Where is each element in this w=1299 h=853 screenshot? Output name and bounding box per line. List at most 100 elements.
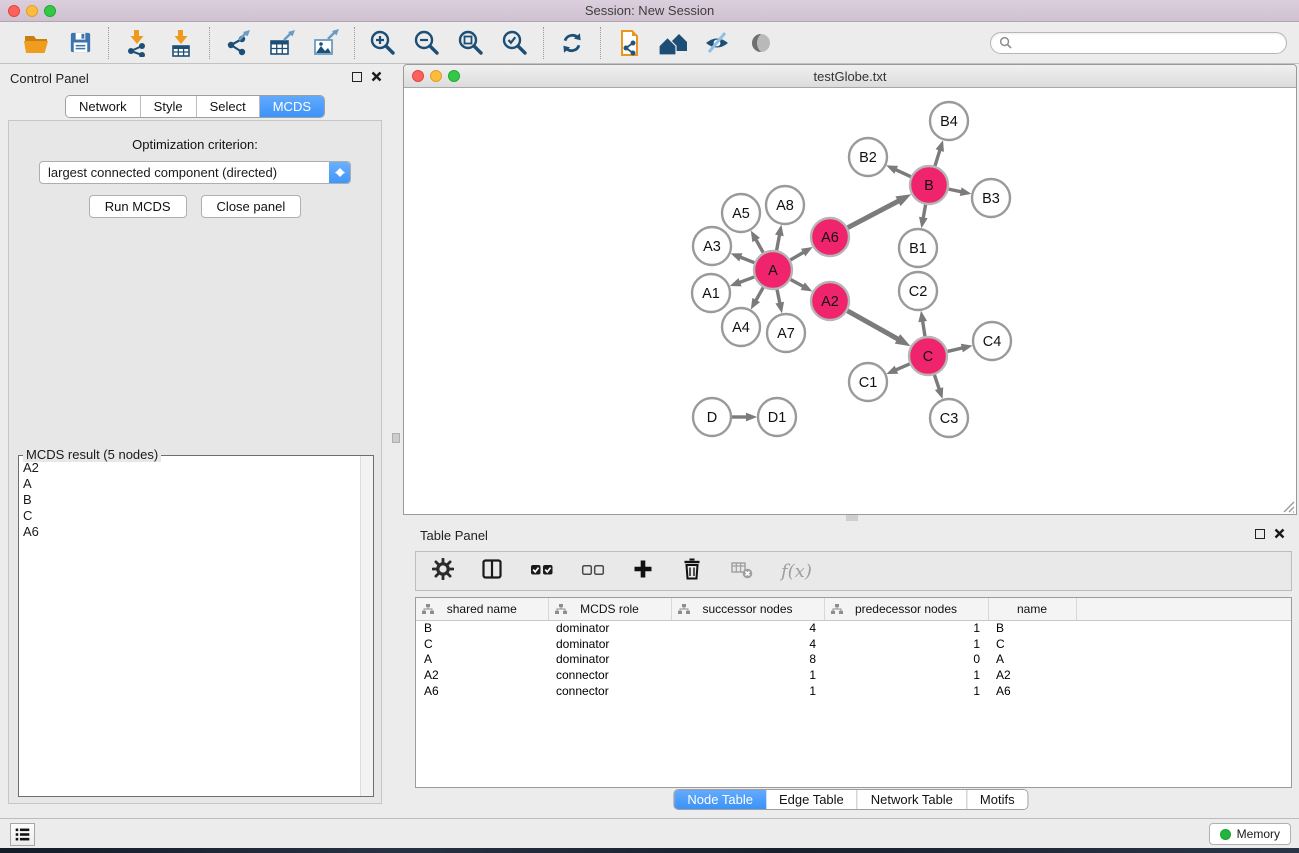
graph-edge-C-C3[interactable] [934, 375, 939, 391]
new-network-document-icon[interactable] [613, 27, 645, 59]
search-input[interactable] [1012, 34, 1278, 51]
column-header-predecessor-nodes[interactable]: predecessor nodes [824, 598, 988, 620]
deselect-all-icon[interactable] [581, 558, 605, 585]
export-network-icon[interactable] [222, 27, 254, 59]
home-icon[interactable] [657, 27, 689, 59]
graph-node-A2[interactable]: A2 [811, 282, 849, 320]
zoom-in-icon[interactable] [367, 27, 399, 59]
result-item[interactable]: A2 [23, 460, 360, 476]
columns-icon[interactable] [481, 558, 503, 585]
graph-edge-B-B3[interactable] [949, 189, 963, 192]
graph-edge-A-A2[interactable] [791, 280, 805, 288]
graph-edge-A-A7[interactable] [777, 290, 780, 305]
graph-node-B[interactable]: B [910, 166, 948, 204]
open-icon[interactable] [20, 27, 52, 59]
vertical-splitter-handle[interactable] [392, 433, 400, 443]
column-header-name[interactable]: name [988, 598, 1076, 620]
refresh-icon[interactable] [556, 27, 588, 59]
network-graph[interactable]: B4B2BB3A5A8A3A6B1AA1A2C2A4A7CC4C1C3DD1 [404, 88, 1296, 514]
export-image-icon[interactable] [310, 27, 342, 59]
graph-edge-A-A8[interactable] [777, 234, 780, 251]
network-window-titlebar[interactable]: testGlobe.txt [404, 65, 1296, 88]
result-item[interactable]: A [23, 476, 360, 492]
resize-grip-icon[interactable] [1281, 499, 1295, 513]
graph-node-C2[interactable]: C2 [899, 272, 937, 310]
table-row[interactable]: A6connector11A6 [416, 683, 1291, 699]
mcds-result-list[interactable]: A2ABCA6 [19, 460, 360, 796]
graph-node-C3[interactable]: C3 [930, 399, 968, 437]
graph-edge-A-A3[interactable] [739, 257, 754, 263]
graph-node-B4[interactable]: B4 [930, 102, 968, 140]
graph-node-A6[interactable]: A6 [811, 218, 849, 256]
column-header-mcds-role[interactable]: MCDS role [548, 598, 671, 620]
graph-node-B1[interactable]: B1 [899, 229, 937, 267]
result-scrollbar[interactable] [360, 456, 373, 796]
float-panel-icon[interactable] [352, 72, 362, 82]
zoom-selected-icon[interactable] [499, 27, 531, 59]
float-table-panel-icon[interactable] [1255, 529, 1265, 539]
graph-node-D[interactable]: D [693, 398, 731, 436]
table-row[interactable]: Adominator80A [416, 651, 1291, 667]
close-panel-button[interactable]: Close panel [201, 195, 302, 218]
show-eye-icon[interactable] [745, 27, 777, 59]
gear-icon[interactable] [432, 558, 454, 585]
result-item[interactable]: A6 [23, 524, 360, 540]
graph-edge-A2-C[interactable] [847, 311, 899, 340]
graph-edge-A-A6[interactable] [790, 252, 805, 260]
export-table-icon[interactable] [266, 27, 298, 59]
table-row[interactable]: Cdominator41C [416, 636, 1291, 652]
result-item[interactable]: C [23, 508, 360, 524]
graph-edge-C-C1[interactable] [895, 364, 910, 371]
table-row[interactable]: A2connector11A2 [416, 667, 1291, 683]
graph-edge-B-B2[interactable] [894, 169, 910, 177]
graph-edge-B-B1[interactable] [923, 205, 926, 220]
tab-motifs[interactable]: Motifs [967, 790, 1028, 809]
graph-node-A4[interactable]: A4 [722, 308, 760, 346]
tab-select[interactable]: Select [197, 96, 260, 117]
graph-node-C4[interactable]: C4 [973, 322, 1011, 360]
graph-node-C1[interactable]: C1 [849, 363, 887, 401]
column-header-shared-name[interactable]: shared name [416, 598, 548, 620]
tab-network[interactable]: Network [66, 96, 141, 117]
close-table-panel-icon[interactable] [1274, 528, 1285, 539]
trash-icon[interactable] [681, 558, 703, 585]
tab-node-table[interactable]: Node Table [674, 790, 766, 809]
memory-button[interactable]: Memory [1209, 823, 1291, 845]
close-panel-icon[interactable] [371, 71, 382, 82]
graph-edge-A-A5[interactable] [755, 238, 763, 252]
tab-network-table[interactable]: Network Table [858, 790, 967, 809]
add-icon[interactable] [632, 558, 654, 585]
graph-node-A7[interactable]: A7 [767, 314, 805, 352]
tab-style[interactable]: Style [141, 96, 197, 117]
zoom-fit-icon[interactable] [455, 27, 487, 59]
graph-edge-B-B4[interactable] [935, 149, 940, 166]
graph-node-B2[interactable]: B2 [849, 138, 887, 176]
graph-edge-C-C2[interactable] [922, 320, 925, 337]
graph-node-A[interactable]: A [754, 251, 792, 289]
hide-panel-icon[interactable] [701, 27, 733, 59]
zoom-out-icon[interactable] [411, 27, 443, 59]
criterion-select[interactable]: largest connected component (directed) [39, 161, 351, 184]
save-icon[interactable] [64, 27, 96, 59]
network-canvas[interactable]: B4B2BB3A5A8A3A6B1AA1A2C2A4A7CC4C1C3DD1 [404, 88, 1296, 514]
column-header-successor-nodes[interactable]: successor nodes [671, 598, 824, 620]
graph-edge-A-A1[interactable] [738, 277, 754, 283]
graph-edge-A6-B[interactable] [848, 200, 900, 227]
graph-node-B3[interactable]: B3 [972, 179, 1010, 217]
graph-node-A1[interactable]: A1 [692, 274, 730, 312]
graph-node-A8[interactable]: A8 [766, 186, 804, 224]
graph-node-D1[interactable]: D1 [758, 398, 796, 436]
delete-column-icon[interactable] [730, 558, 754, 585]
graph-node-C[interactable]: C [909, 337, 947, 375]
fx-icon[interactable]: f(x) [781, 561, 812, 582]
result-item[interactable]: B [23, 492, 360, 508]
tab-edge-table[interactable]: Edge Table [766, 790, 858, 809]
tab-mcds[interactable]: MCDS [260, 96, 324, 117]
select-all-icon[interactable] [530, 558, 554, 585]
import-table-icon[interactable] [165, 27, 197, 59]
graph-edge-A-A4[interactable] [755, 287, 763, 301]
task-list-button[interactable] [10, 823, 35, 846]
import-network-icon[interactable] [121, 27, 153, 59]
graph-node-A5[interactable]: A5 [722, 194, 760, 232]
run-mcds-button[interactable]: Run MCDS [89, 195, 187, 218]
